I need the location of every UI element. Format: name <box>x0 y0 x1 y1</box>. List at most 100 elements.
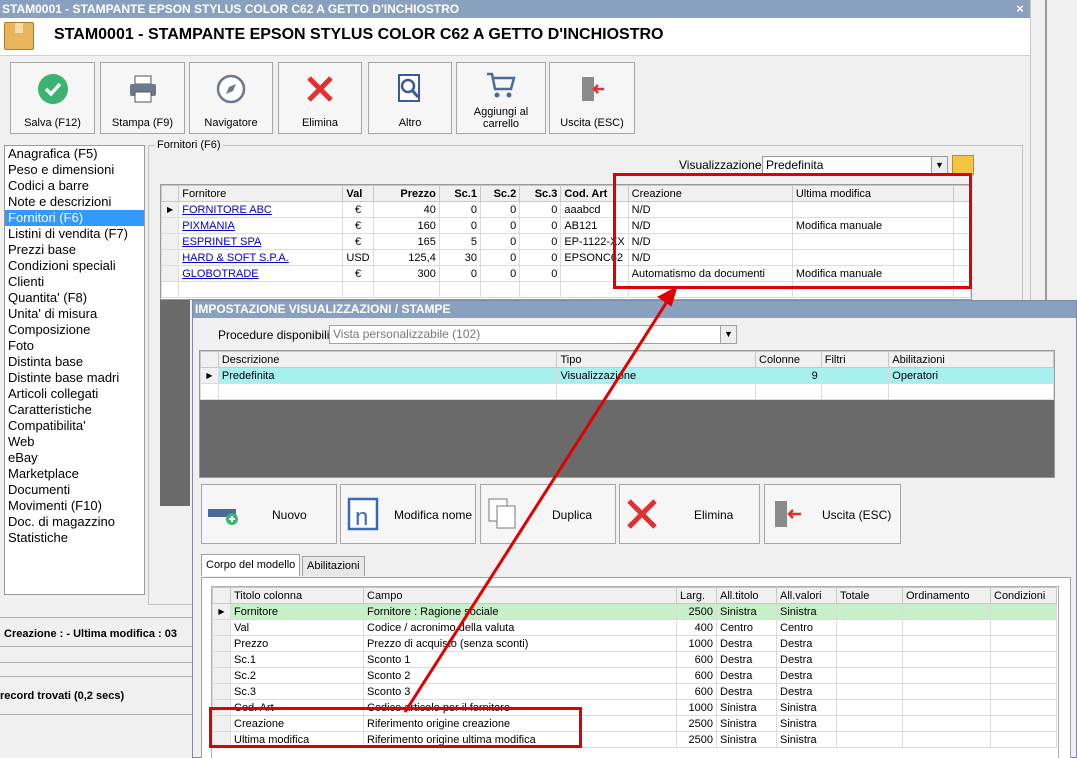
table-cell[interactable] <box>990 651 1057 668</box>
table-cell[interactable] <box>836 731 903 748</box>
table-cell[interactable] <box>836 619 903 636</box>
table-cell[interactable] <box>836 651 903 668</box>
tab-permissions[interactable]: Abilitazioni <box>302 556 365 576</box>
table-cell[interactable]: 160 <box>372 217 440 234</box>
add-to-cart-button[interactable]: Aggiungi al carrello <box>456 62 546 134</box>
table-cell[interactable]: 400 <box>676 619 717 636</box>
sidebar-item[interactable]: Listini di vendita (F7) <box>5 226 144 242</box>
table-cell[interactable]: 0 <box>519 233 562 250</box>
new-button[interactable]: Nuovo <box>201 484 337 544</box>
table-cell[interactable]: Sconto 1 <box>363 651 677 668</box>
sidebar-item[interactable]: eBay <box>5 450 144 466</box>
table-cell[interactable]: Sinistra <box>776 699 837 716</box>
table-row[interactable]: ▶ Predefinita Visualizzazione 9 Operatori <box>200 367 1054 384</box>
table-cell[interactable]: 600 <box>676 683 717 700</box>
table-cell[interactable] <box>836 603 903 620</box>
folder-icon[interactable] <box>952 155 974 175</box>
column-header[interactable]: Sc.1 <box>438 185 481 202</box>
column-header[interactable]: Sc.3 <box>519 185 562 202</box>
table-cell[interactable]: € <box>342 265 374 282</box>
column-header[interactable]: Sc.2 <box>479 185 521 202</box>
table-cell[interactable]: Destra <box>716 667 777 684</box>
table-cell[interactable]: Sinistra <box>716 603 777 620</box>
table-cell[interactable] <box>990 683 1057 700</box>
table-row[interactable]: Prezzo Prezzo di acquisto (senza sconti) 1… <box>212 635 1057 652</box>
sidebar-item[interactable]: Distinte base madri <box>5 370 144 386</box>
table-cell[interactable]: Prezzo <box>230 635 364 652</box>
table-cell[interactable]: 0 <box>479 217 521 234</box>
sidebar-item[interactable]: Note e descrizioni <box>5 194 144 210</box>
sidebar-item[interactable]: Articoli collegati <box>5 386 144 402</box>
table-cell[interactable] <box>990 715 1057 732</box>
sidebar-item[interactable]: Statistiche <box>5 530 144 546</box>
table-cell[interactable]: PIXMANIA <box>178 217 344 234</box>
table-cell[interactable] <box>902 715 991 732</box>
table-cell[interactable]: 0 <box>519 201 562 218</box>
table-cell[interactable] <box>902 731 991 748</box>
table-cell[interactable]: 125,4 <box>372 249 440 266</box>
sidebar-item[interactable]: Anagrafica (F5) <box>5 146 144 162</box>
table-cell[interactable] <box>902 603 991 620</box>
table-cell[interactable]: Fornitore <box>230 603 364 620</box>
table-row[interactable]: Sc.1 Sconto 1 600 Destra Destra <box>212 651 1057 668</box>
sidebar-item[interactable]: Quantita' (F8) <box>5 290 144 306</box>
table-cell[interactable]: 0 <box>479 265 521 282</box>
table-cell[interactable]: Sinistra <box>716 715 777 732</box>
chevron-down-icon[interactable]: ▼ <box>720 326 736 343</box>
table-cell[interactable]: Destra <box>776 683 837 700</box>
table-cell[interactable]: USD <box>342 249 374 266</box>
table-cell[interactable]: 600 <box>676 667 717 684</box>
table-cell[interactable]: 0 <box>438 217 481 234</box>
table-row[interactable]: ▶ Fornitore Fornitore : Ragione sociale 250… <box>212 603 1057 620</box>
dialog-delete-button[interactable]: Elimina <box>619 484 760 544</box>
column-header[interactable]: Filtri <box>820 351 890 368</box>
table-cell[interactable]: Sc.1 <box>230 651 364 668</box>
table-cell[interactable]: Sinistra <box>776 715 837 732</box>
view-select[interactable]: Predefinita ▼ <box>762 156 948 174</box>
column-header[interactable]: Totale <box>836 587 903 604</box>
table-cell[interactable]: 2500 <box>676 603 717 620</box>
sidebar-item[interactable]: Caratteristiche <box>5 402 144 418</box>
table-cell[interactable]: Destra <box>716 651 777 668</box>
table-cell[interactable]: Visualizzazione <box>556 367 756 384</box>
table-cell[interactable] <box>836 635 903 652</box>
sidebar-item[interactable]: Composizione <box>5 322 144 338</box>
table-cell[interactable]: 0 <box>479 201 521 218</box>
table-cell[interactable] <box>990 635 1057 652</box>
table-cell[interactable] <box>902 667 991 684</box>
chevron-down-icon[interactable]: ▼ <box>931 157 947 173</box>
print-button[interactable]: Stampa (F9) <box>100 62 185 134</box>
table-cell[interactable] <box>836 667 903 684</box>
other-button[interactable]: Altro <box>368 62 452 134</box>
navigator-button[interactable]: Navigatore <box>189 62 273 134</box>
table-cell[interactable] <box>820 367 890 384</box>
tab-model-body[interactable]: Corpo del modello <box>201 554 301 576</box>
table-cell[interactable]: Sconto 3 <box>363 683 677 700</box>
table-cell[interactable]: 165 <box>372 233 440 250</box>
table-cell[interactable]: FORNITORE ABC <box>178 201 344 218</box>
window-close-button[interactable]: × <box>1010 0 1030 18</box>
table-cell[interactable]: Destra <box>776 667 837 684</box>
sidebar-item[interactable]: Documenti <box>5 482 144 498</box>
sidebar-item[interactable]: Marketplace <box>5 466 144 482</box>
column-header[interactable]: Tipo <box>556 351 756 368</box>
column-header[interactable]: Larg. <box>676 587 717 604</box>
table-cell[interactable]: 1000 <box>676 635 717 652</box>
table-cell[interactable]: 2500 <box>676 731 717 748</box>
table-cell[interactable] <box>990 619 1057 636</box>
dialog-exit-button[interactable]: Uscita (ESC) <box>764 484 901 544</box>
table-cell[interactable]: 0 <box>438 201 481 218</box>
table-cell[interactable] <box>990 699 1057 716</box>
table-cell[interactable]: HARD & SOFT S.P.A. <box>178 249 344 266</box>
table-cell[interactable]: Destra <box>716 683 777 700</box>
table-cell[interactable]: Sc.3 <box>230 683 364 700</box>
save-button[interactable]: Salva (F12) <box>10 62 95 134</box>
sidebar-item[interactable]: Peso e dimensioni <box>5 162 144 178</box>
table-cell[interactable]: Centro <box>776 619 837 636</box>
table-cell[interactable]: Val <box>230 619 364 636</box>
rename-button[interactable]: n Modifica nome <box>340 484 476 544</box>
column-header[interactable]: All.valori <box>776 587 837 604</box>
table-cell[interactable]: 0 <box>438 265 481 282</box>
table-cell[interactable]: Sinistra <box>776 603 837 620</box>
table-row[interactable]: Val Codice / acronimo della valuta 400 Cent… <box>212 619 1057 636</box>
